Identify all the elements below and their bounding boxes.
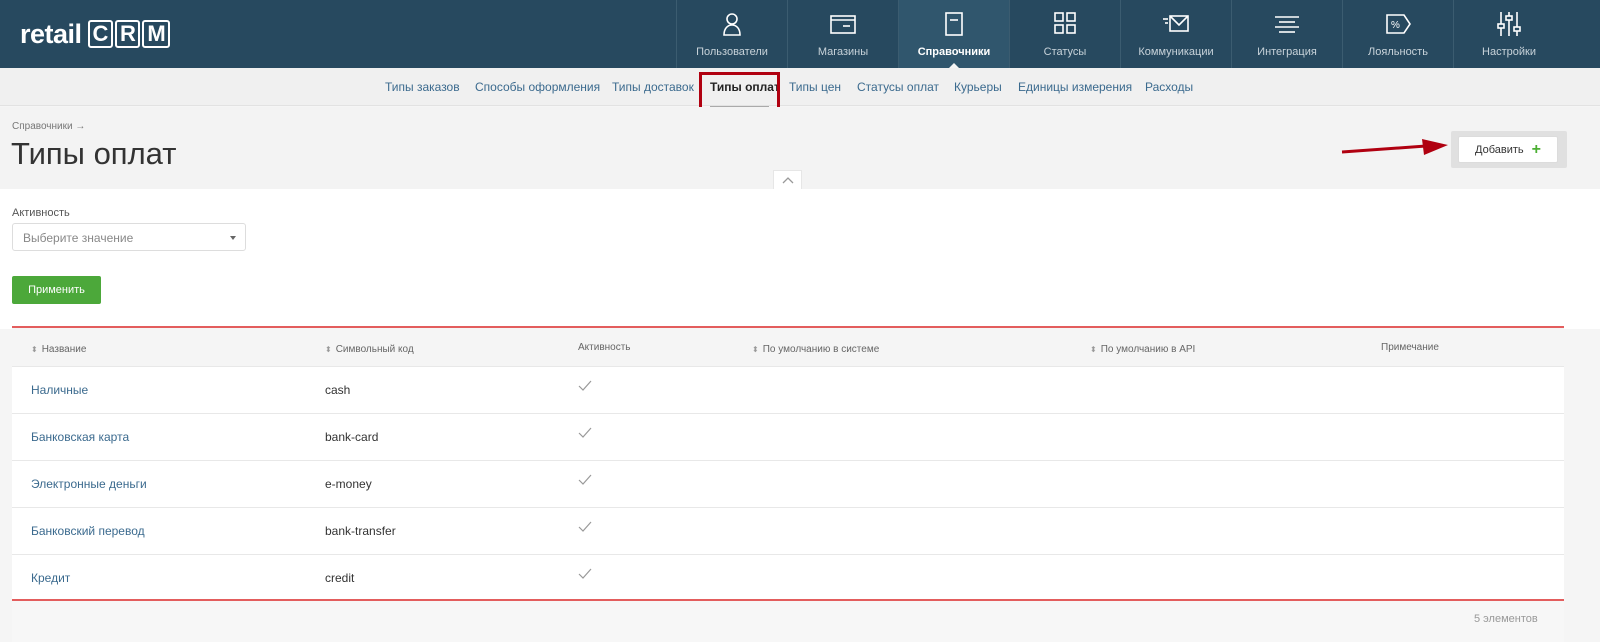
subnav-expenses[interactable]: Расходы: [1145, 80, 1193, 94]
payment-type-code: credit: [325, 571, 355, 585]
column-header-label: По умолчанию в системе: [762, 344, 880, 355]
subnav-units[interactable]: Единицы измерения: [1018, 80, 1132, 94]
nav-item-communications[interactable]: Коммуникации: [1120, 0, 1231, 68]
subnav-order-types[interactable]: Типы заказов: [385, 80, 460, 94]
nav-item-integration[interactable]: Интеграция: [1231, 0, 1342, 68]
nav-label: Статусы: [1043, 46, 1087, 58]
nav-label: Интеграция: [1257, 46, 1317, 58]
sub-nav: Типы заказов Способы оформления Типы дос…: [0, 68, 1600, 106]
sort-icon: ⬍: [325, 345, 332, 354]
payment-type-code: bank-transfer: [325, 524, 396, 538]
column-header-active: Активность: [578, 342, 631, 353]
payment-type-code: e-money: [325, 477, 372, 491]
logo-crm-letter: M: [142, 20, 171, 48]
sliders-icon: [1497, 12, 1521, 36]
logo-crm-letter: R: [114, 20, 141, 48]
table-bottom-border: [12, 599, 1564, 601]
add-button-label: Добавить: [1475, 143, 1524, 156]
checkmark-icon: [578, 426, 592, 438]
table-row[interactable]: Банковская карта bank-card: [12, 414, 1564, 461]
add-button[interactable]: Добавить +: [1458, 136, 1558, 163]
select-placeholder: Выберите значение: [23, 231, 134, 245]
subnav-delivery-types[interactable]: Типы доставок: [612, 80, 694, 94]
apply-button[interactable]: Применить: [12, 276, 101, 304]
caret-down-icon: [230, 236, 236, 240]
payment-type-name-link[interactable]: Наличные: [31, 383, 88, 397]
table-footer: [12, 601, 1564, 642]
annotation-highlight-box: [699, 72, 780, 112]
subnav-couriers[interactable]: Курьеры: [954, 80, 1002, 94]
store-icon: [830, 15, 856, 34]
nav-item-stores[interactable]: Магазины: [787, 0, 898, 68]
top-bar: retail C R M Пользователи Магазины Справ…: [0, 0, 1600, 69]
table-row[interactable]: Банковский перевод bank-transfer: [12, 508, 1564, 555]
page-title: Типы оплат: [11, 136, 177, 171]
checkmark-icon: [578, 379, 592, 391]
book-icon: [945, 12, 963, 36]
subnav-price-types[interactable]: Типы цен: [789, 80, 841, 94]
payment-type-name-link[interactable]: Кредит: [31, 571, 70, 585]
payment-type-name-link[interactable]: Банковский перевод: [31, 524, 145, 538]
annotation-arrow-icon: [1341, 139, 1448, 155]
user-icon: [723, 13, 741, 36]
nav-label: Коммуникации: [1138, 46, 1214, 58]
subnav-payment-statuses[interactable]: Статусы оплат: [857, 80, 939, 94]
status-grid-icon: [1054, 12, 1076, 34]
column-header-default-system[interactable]: ⬍ По умолчанию в системе: [752, 344, 879, 355]
nav-label: Лояльность: [1368, 46, 1428, 58]
payment-type-name-link[interactable]: Банковская карта: [31, 430, 129, 444]
svg-text:%: %: [1391, 20, 1400, 31]
retailcrm-logo[interactable]: retail C R M: [20, 18, 171, 50]
column-header-label: По умолчанию в API: [1100, 344, 1196, 355]
plus-icon: +: [1531, 140, 1541, 158]
checkmark-icon: [578, 520, 592, 532]
sort-icon: ⬍: [31, 345, 38, 354]
breadcrumb[interactable]: Справочники →: [12, 121, 85, 132]
checkmark-icon: [578, 473, 592, 485]
filter-active-label: Активность: [12, 207, 70, 219]
logo-text: retail: [20, 18, 82, 49]
payment-type-code: bank-card: [325, 430, 379, 444]
percent-tag-icon: %: [1386, 14, 1411, 34]
main-nav: Пользователи Магазины Справочники Статус…: [676, 0, 1564, 69]
column-header-label: Название: [41, 344, 87, 355]
nav-item-statuses[interactable]: Статусы: [1009, 0, 1120, 68]
sort-icon: ⬍: [752, 345, 759, 354]
logo-crm: C R M: [86, 20, 171, 48]
envelope-icon: [1163, 15, 1189, 32]
payment-type-code: cash: [325, 383, 351, 397]
active-select[interactable]: Выберите значение: [12, 223, 246, 251]
sort-icon: ⬍: [1090, 345, 1097, 354]
nav-label: Справочники: [917, 46, 991, 58]
payment-type-name-link[interactable]: Электронные деньги: [31, 477, 147, 491]
subnav-order-methods[interactable]: Способы оформления: [475, 80, 600, 94]
nav-label: Пользователи: [696, 46, 768, 58]
table-row[interactable]: Наличные cash: [12, 367, 1564, 414]
nav-label: Магазины: [817, 46, 869, 58]
nav-item-references[interactable]: Справочники: [898, 0, 1009, 69]
collapse-filter-toggle[interactable]: [773, 170, 802, 189]
nav-item-settings[interactable]: Настройки: [1453, 0, 1564, 68]
filter-panel: [0, 189, 1600, 329]
table-row[interactable]: Электронные деньги e-money: [12, 461, 1564, 508]
column-header-default-api[interactable]: ⬍ По умолчанию в API: [1090, 344, 1195, 355]
table-header: ⬍ Название ⬍ Символьный код Активность ⬍ По…: [12, 328, 1564, 367]
column-header-name[interactable]: ⬍ Название: [31, 344, 86, 355]
nav-label: Настройки: [1482, 46, 1536, 58]
column-header-code[interactable]: ⬍ Символьный код: [325, 344, 414, 355]
chevron-up-icon: [782, 177, 793, 184]
checkmark-icon: [578, 567, 592, 579]
column-header-label: Символьный код: [335, 344, 414, 355]
table-row[interactable]: Кредит credit: [12, 555, 1564, 602]
column-header-note: Примечание: [1381, 342, 1439, 353]
nav-item-users[interactable]: Пользователи: [676, 0, 787, 68]
items-count: 5 элементов: [1474, 613, 1538, 625]
nav-item-loyalty[interactable]: % Лояльность: [1342, 0, 1453, 68]
integration-icon: [1275, 16, 1299, 33]
logo-crm-letter: C: [87, 20, 113, 48]
